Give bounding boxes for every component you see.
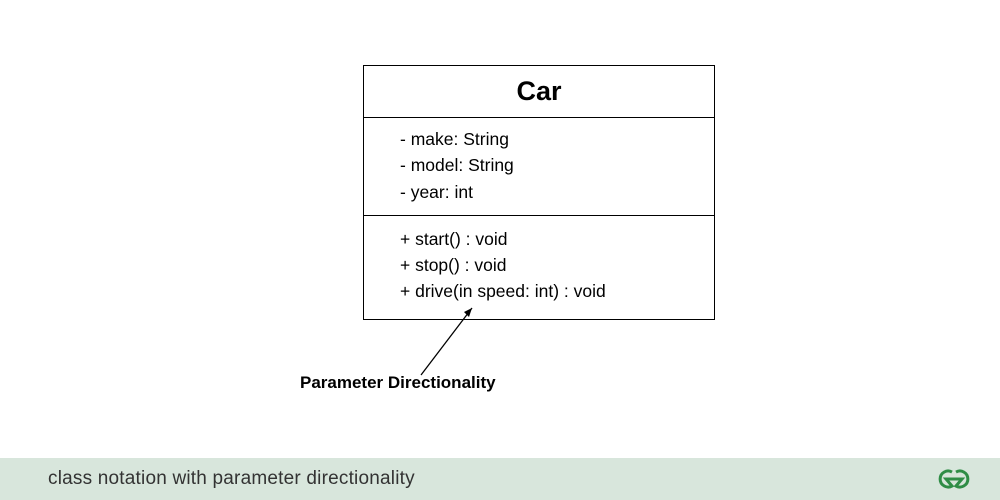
- methods-section: + start() : void + stop() : void + drive…: [364, 216, 714, 319]
- caption-text: class notation with parameter directiona…: [48, 468, 415, 490]
- attribute-line: - model: String: [400, 152, 694, 178]
- class-name: Car: [364, 66, 714, 118]
- method-line: + drive(in speed: int) : void: [400, 278, 694, 304]
- gfg-logo-icon: [936, 469, 972, 489]
- caption-bar: class notation with parameter directiona…: [0, 458, 1000, 500]
- annotation-label: Parameter Directionality: [300, 373, 496, 393]
- attribute-line: - year: int: [400, 179, 694, 205]
- attribute-line: - make: String: [400, 126, 694, 152]
- method-line: + stop() : void: [400, 252, 694, 278]
- diagram-canvas: Car - make: String - model: String - yea…: [0, 0, 1000, 458]
- attributes-section: - make: String - model: String - year: i…: [364, 118, 714, 216]
- uml-class-box: Car - make: String - model: String - yea…: [363, 65, 715, 320]
- method-line: + start() : void: [400, 226, 694, 252]
